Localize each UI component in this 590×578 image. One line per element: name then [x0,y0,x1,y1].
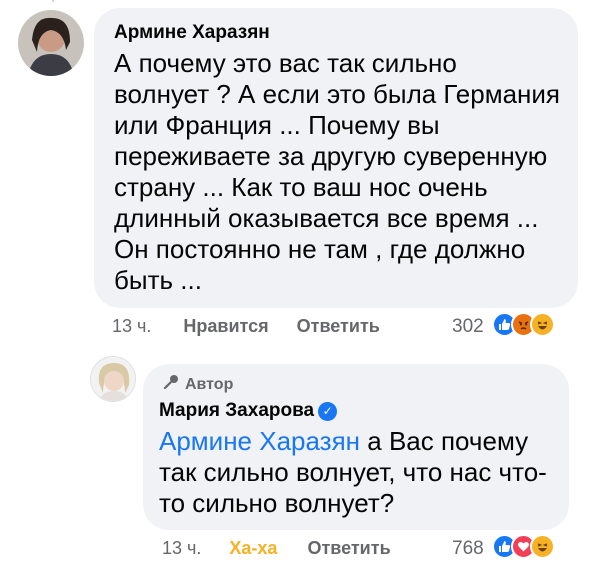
reply-reaction-count[interactable]: 768 [452,538,484,560]
author-avatar[interactable] [90,356,136,402]
comment-author-name[interactable]: Армине Харазян [114,22,270,44]
haha-icon [530,312,555,337]
reply-text: Армине Харазян а Вас почему так сильно в… [159,426,547,519]
comment-text: А почему это вас так сильно волнует ? А … [114,48,560,295]
comment-time[interactable]: 13 ч. [112,316,151,337]
reply-time[interactable]: 13 ч. [162,538,201,559]
like-button[interactable]: Нравится [183,316,268,337]
haha-reaction-button[interactable]: Ха-ха [229,538,277,559]
author-tag: Автор [163,374,233,395]
reply-button[interactable]: Ответить [297,316,380,337]
microphone-icon [163,374,179,395]
commenter-avatar[interactable] [18,10,84,76]
author-tag-label: Автор [185,375,234,393]
verified-badge-icon: ✓ [318,401,338,421]
reaction-count[interactable]: 302 [452,316,484,338]
reply-bubble: Автор Мария Захарова ✓ Армине Харазян а … [143,364,569,530]
reply-button[interactable]: Ответить [307,538,390,559]
comment-bubble: Армине Харазян А почему это вас так силь… [94,8,578,308]
reply-actions: 13 ч. Ха-ха Ответить [162,538,391,559]
reaction-icons[interactable] [492,312,555,337]
comment-actions: 13 ч. Нравится Ответить [112,316,380,337]
reply-author-row: Мария Захарова ✓ [159,400,338,422]
mention-link[interactable]: Армине Харазян [159,426,360,456]
reply-author-name[interactable]: Мария Захарова [159,400,314,422]
reply-thread-line [52,0,54,2]
haha-icon [530,534,555,559]
reply-reaction-icons[interactable] [492,534,555,559]
